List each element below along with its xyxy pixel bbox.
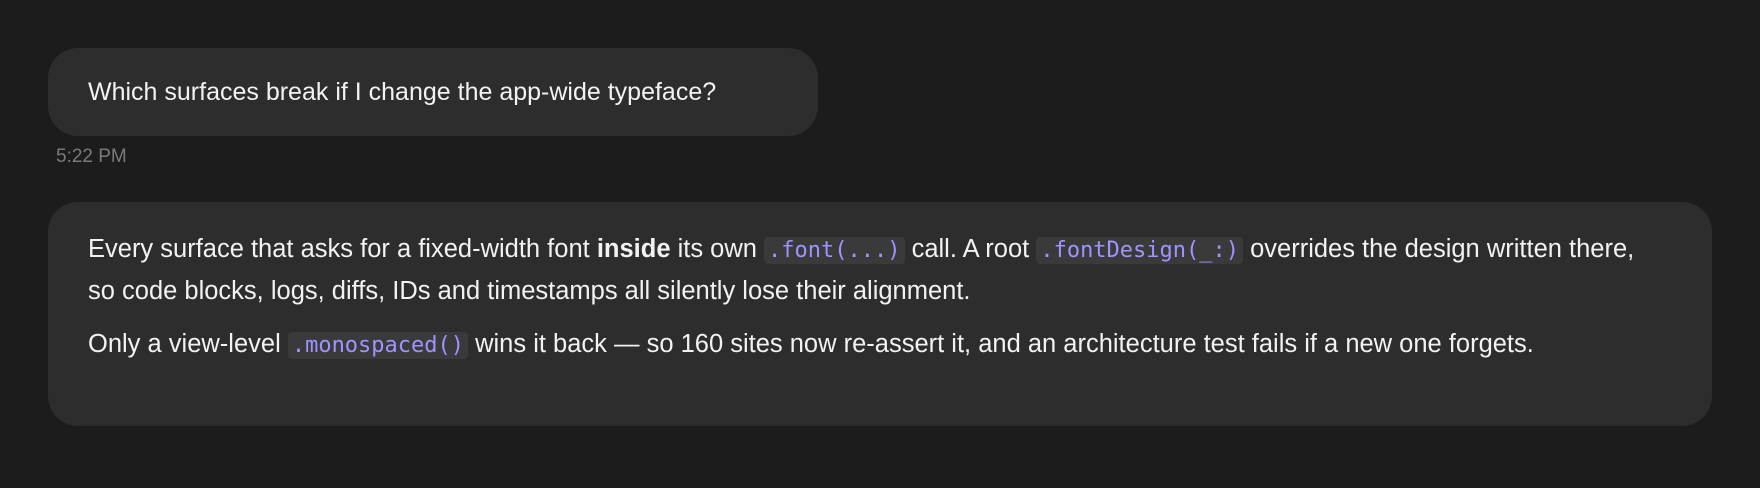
text-segment: Every surface that asks for a fixed-widt… <box>88 235 597 263</box>
assistant-paragraph-2: Only a view-level .monospaced() wins it … <box>88 324 1668 366</box>
text-segment: its own <box>670 235 765 263</box>
inline-code-fontdesign: .fontDesign(_:) <box>1036 237 1244 264</box>
text-segment: call. A root <box>904 235 1037 263</box>
inline-code-font: .font(...) <box>764 237 905 264</box>
inline-code-monospaced: .monospaced() <box>287 332 469 359</box>
bold-text: inside <box>596 235 671 263</box>
assistant-message-bubble[interactable]: Every surface that asks for a fixed-widt… <box>48 202 1712 426</box>
text-segment: Only a view-level <box>88 330 288 358</box>
user-message-text: Which surfaces break if I change the app… <box>88 78 717 106</box>
assistant-paragraph-1: Every surface that asks for a fixed-widt… <box>88 229 1668 311</box>
chat-transcript: Which surfaces break if I change the app… <box>0 0 1760 488</box>
message-timestamp: 5:22 PM <box>56 146 127 167</box>
user-message-bubble[interactable]: Which surfaces break if I change the app… <box>48 48 818 136</box>
text-segment: wins it back — so 160 sites now re-asser… <box>468 330 1534 358</box>
